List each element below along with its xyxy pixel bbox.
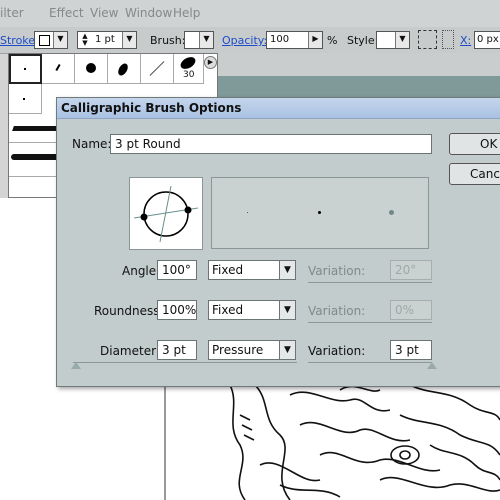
diameter-variation-label: Variation:	[308, 344, 366, 358]
line-art-illustration	[164, 385, 500, 500]
oval-brush-icon	[116, 61, 130, 78]
brush-30-icon	[178, 54, 198, 72]
roundness-mode-select[interactable]: Fixed ▼	[208, 300, 296, 320]
min-size-dot	[247, 212, 248, 213]
brush-size-badge: 30	[183, 70, 195, 80]
menu-window[interactable]: Window	[125, 6, 172, 20]
menu-view[interactable]: View	[90, 6, 118, 20]
stroke-label[interactable]: Stroke:	[0, 34, 39, 47]
style-label: Style:	[347, 34, 379, 47]
diameter-mode-select[interactable]: Pressure ▼	[208, 340, 296, 360]
current-size-dot	[318, 211, 321, 214]
brush-swatch-line[interactable]	[141, 54, 174, 84]
dot-icon	[23, 98, 25, 100]
diameter-input[interactable]: 3 pt	[157, 340, 197, 360]
opacity-field[interactable]: 100 ▶	[266, 31, 323, 49]
brush-swatch-dot[interactable]	[9, 54, 42, 84]
dot-icon	[24, 68, 26, 70]
brush-dropdown[interactable]: ▼	[184, 31, 214, 49]
dialog-titlebar[interactable]: Calligraphic Brush Options	[57, 98, 500, 119]
right-panel-header	[218, 53, 500, 77]
chevron-down-icon[interactable]: ▼	[199, 32, 213, 48]
x-value: 0 px	[477, 34, 499, 45]
art-brush-stroke-1	[12, 126, 62, 131]
diameter-mode-value: Pressure	[212, 343, 264, 357]
cancel-button[interactable]: Cance	[449, 163, 500, 185]
diameter-slider-thumb[interactable]	[71, 362, 81, 369]
menu-filter[interactable]: ilter	[0, 6, 24, 20]
diameter-variation-slider-track[interactable]	[308, 362, 432, 363]
art-brush-stroke-2	[11, 154, 61, 160]
brush-swatch-small[interactable]	[9, 84, 42, 114]
brush-swatch-30[interactable]: 30	[174, 54, 204, 84]
right-panel-strip	[218, 76, 500, 98]
diameter-variation-slider-thumb[interactable]	[427, 362, 437, 369]
angle-label: Angle:	[122, 264, 161, 278]
stroke-swatch[interactable]: ▼	[34, 31, 68, 49]
chevron-down-icon: ▼	[279, 341, 295, 359]
style-dropdown[interactable]: ▼	[376, 31, 410, 49]
angle-variation-slider-track	[308, 282, 432, 283]
chevron-right-icon[interactable]: ▶	[308, 32, 322, 48]
menu-bar: ilter Effect View Window Help	[0, 0, 500, 28]
roundness-variation-label: Variation:	[308, 304, 366, 318]
angle-variation-input: 20°	[390, 260, 432, 280]
angle-mode-select[interactable]: Fixed ▼	[208, 260, 296, 280]
roundness-variation-input: 0%	[390, 300, 432, 320]
x-label[interactable]: X:	[460, 34, 471, 47]
brush-swatch-round[interactable]	[75, 54, 108, 84]
diameter-slider-track[interactable]	[73, 362, 297, 363]
stroke-weight-value: 1 pt	[95, 34, 115, 45]
opacity-label[interactable]: Opacity:	[222, 34, 267, 47]
roundness-variation-slider-track	[308, 322, 432, 323]
round-brush-icon	[86, 63, 96, 73]
line-brush-icon	[149, 61, 165, 76]
angle-variation-label: Variation:	[308, 264, 366, 278]
artwork-canvas[interactable]	[0, 385, 500, 500]
opacity-unit: %	[327, 34, 338, 47]
brush-angle-preview[interactable]	[129, 177, 203, 250]
max-size-dot	[389, 210, 394, 215]
menu-help[interactable]: Help	[173, 6, 200, 20]
angle-roundness-icon	[133, 185, 199, 243]
chevron-down-icon[interactable]: ▼	[122, 32, 136, 48]
brush-size-preview	[211, 177, 429, 249]
chevron-down-icon[interactable]: ▼	[53, 32, 67, 48]
name-input[interactable]: 3 pt Round	[110, 134, 432, 154]
chevron-down-icon: ▼	[279, 261, 295, 279]
roundness-input[interactable]: 100%	[157, 300, 197, 320]
angle-mode-value: Fixed	[212, 263, 244, 277]
menu-effect[interactable]: Effect	[49, 6, 84, 20]
roundness-mode-value: Fixed	[212, 303, 244, 317]
opacity-value: 100	[270, 34, 290, 45]
brush-swatch-oval[interactable]	[108, 54, 141, 84]
dialog-title: Calligraphic Brush Options	[61, 101, 242, 115]
transform-grid-icon[interactable]	[418, 30, 437, 49]
ok-button[interactable]: OK	[449, 133, 500, 155]
stroke-color-icon	[39, 35, 50, 46]
slash-icon	[55, 63, 61, 72]
control-bar: Stroke: ▼ ▲ ▼ 1 pt ▼ Brush: ▼ Opacity: 10…	[0, 27, 500, 54]
stepper-icon[interactable]: ▲ ▼	[79, 33, 91, 47]
diameter-variation-input[interactable]: 3 pt	[390, 340, 432, 360]
diameter-label: Diameter:	[100, 344, 160, 358]
align-icon[interactable]	[442, 30, 454, 49]
palette-menu-icon[interactable]: ▶	[204, 56, 217, 69]
stroke-weight-field[interactable]: ▲ ▼ 1 pt ▼	[77, 31, 137, 49]
x-field[interactable]: 0 px	[474, 31, 500, 49]
brush-label: Brush:	[150, 34, 186, 47]
calligraphic-brush-options-dialog: Calligraphic Brush Options Name: 3 pt Ro…	[56, 97, 500, 387]
chevron-down-icon[interactable]: ▼	[395, 32, 409, 48]
name-label: Name:	[72, 137, 112, 151]
chevron-down-icon: ▼	[279, 301, 295, 319]
roundness-label: Roundness:	[94, 304, 164, 318]
brush-swatch-slash[interactable]	[42, 54, 75, 84]
angle-input[interactable]: 100°	[157, 260, 197, 280]
